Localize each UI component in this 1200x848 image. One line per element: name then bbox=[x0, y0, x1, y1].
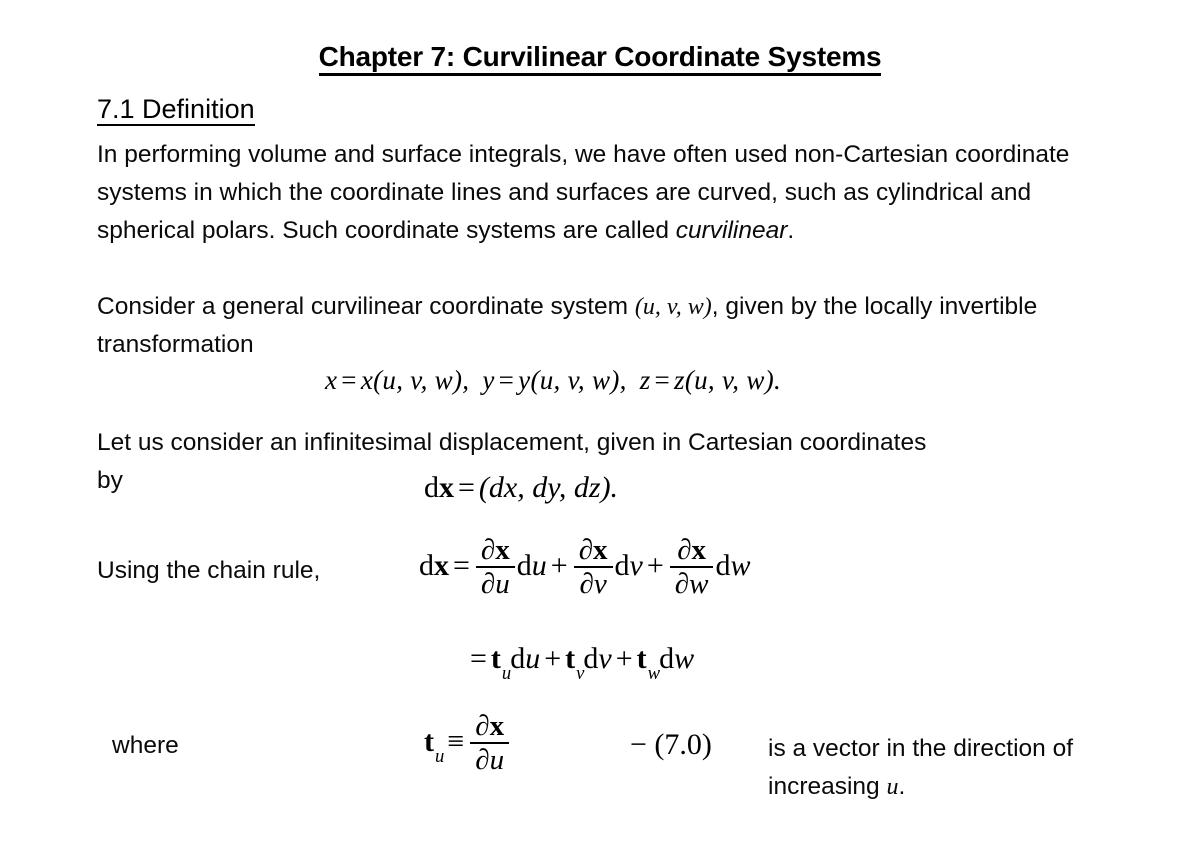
numerator-vector-x-4: x bbox=[489, 710, 505, 742]
numerator-vector-x-2: x bbox=[593, 534, 608, 566]
chain-d: d bbox=[419, 549, 434, 583]
transformation-equals-3: = bbox=[654, 365, 671, 395]
fraction-numerator: ∂x bbox=[476, 535, 515, 566]
paragraph-1-text: In performing volume and surface integra… bbox=[97, 141, 1070, 244]
tangent-vector-t-w: t bbox=[636, 642, 647, 675]
page-title: Chapter 7: Curvilinear Coordinate System… bbox=[0, 40, 1200, 76]
chain-equals: = bbox=[453, 549, 470, 583]
tangent-sum-d-1: d bbox=[510, 642, 526, 675]
transformation-x-lhs: x bbox=[325, 365, 338, 395]
chain-plus-1: + bbox=[550, 549, 568, 583]
fraction-partial-x-over-v: ∂x ∂v bbox=[573, 535, 613, 600]
fraction-denominator: ∂v bbox=[573, 565, 613, 600]
denominator-var-w: w bbox=[689, 567, 709, 600]
displacement-equals: = bbox=[458, 471, 475, 504]
chain-term1-var: u bbox=[531, 549, 547, 583]
fraction-numerator: ∂x bbox=[470, 711, 509, 742]
tangent-subscript-w: w bbox=[647, 663, 661, 684]
tangent-sum-plus-1: + bbox=[544, 642, 562, 675]
identical-to-symbol: ≡ bbox=[447, 725, 465, 759]
paragraph-1-emphasis: curvilinear bbox=[675, 217, 788, 244]
equation-tangent-definition: tu ≡ ∂x ∂u bbox=[424, 711, 511, 776]
side-note-line-1: is a vector in the direction bbox=[768, 735, 1046, 762]
paragraph-general-system: Consider a general curvilinear coordinat… bbox=[97, 288, 1107, 364]
equation-tangent-sum: = tudu + tvdv + twdw bbox=[466, 642, 695, 683]
tangent-sum-plus-2: + bbox=[615, 642, 633, 675]
fraction-tangent-definition: ∂x ∂u bbox=[470, 711, 510, 776]
partial-symbol-5: ∂ bbox=[677, 534, 692, 566]
tangent-subscript-v: v bbox=[576, 663, 585, 684]
partial-symbol-3: ∂ bbox=[578, 534, 594, 566]
displacement-components: (dx, dy, dz). bbox=[478, 471, 619, 504]
chain-term3-var: w bbox=[730, 549, 751, 583]
tangent-sum-equals: = bbox=[470, 642, 487, 675]
tangent-sum-d-2: d bbox=[583, 642, 599, 675]
label-by: by bbox=[97, 467, 123, 494]
fraction-partial-x-over-u: ∂x ∂u bbox=[475, 535, 515, 600]
tangent-vector-t-u: t bbox=[490, 642, 501, 675]
transformation-equals-1: = bbox=[341, 365, 357, 395]
chain-vector-x: x bbox=[434, 549, 449, 583]
tangent-sum-d-3: d bbox=[659, 642, 675, 675]
chain-plus-2: + bbox=[646, 549, 664, 583]
paragraph-definition: In performing volume and surface integra… bbox=[97, 136, 1117, 250]
tangent-subscript-u: u bbox=[501, 663, 512, 684]
partial-symbol-1: ∂ bbox=[480, 534, 496, 566]
section-heading: 7.1 Definition bbox=[97, 93, 255, 127]
tangent-sum-var-u: u bbox=[525, 642, 541, 675]
partial-symbol-4: ∂ bbox=[579, 567, 594, 600]
partial-symbol-7: ∂ bbox=[475, 710, 490, 742]
side-note: is a vector in the direction of increasi… bbox=[768, 730, 1114, 806]
transformation-y-lhs: y bbox=[482, 365, 495, 395]
tangent-definition-t: t bbox=[424, 725, 434, 759]
tangent-vector-t-v: t bbox=[565, 642, 576, 675]
transformation-equals-2: = bbox=[498, 365, 515, 395]
partial-symbol-6: ∂ bbox=[674, 567, 690, 600]
equation-chain-rule: dx = ∂x ∂u du + ∂x ∂v dv + ∂x ∂w dw bbox=[419, 535, 751, 600]
section-heading-text: 7.1 Definition bbox=[97, 94, 255, 126]
label-where: where bbox=[112, 732, 179, 759]
partial-symbol-2: ∂ bbox=[480, 567, 496, 600]
fraction-numerator: ∂x bbox=[670, 535, 714, 566]
denominator-var-u-2: u bbox=[489, 743, 505, 776]
chain-term2-var: v bbox=[629, 549, 643, 583]
paragraph-infinitesimal-displacement: Let us consider an infinitesimal displac… bbox=[97, 429, 927, 456]
numerator-vector-x-1: x bbox=[495, 534, 510, 566]
fraction-denominator: ∂u bbox=[470, 741, 510, 776]
coordinate-tuple: (u, v, w) bbox=[634, 294, 712, 320]
chain-term2-d: d bbox=[614, 549, 630, 583]
side-note-variable: u bbox=[886, 774, 899, 800]
fraction-numerator: ∂x bbox=[574, 535, 613, 566]
transformation-z-lhs: z bbox=[639, 365, 651, 395]
denominator-var-u: u bbox=[495, 567, 510, 600]
tangent-sum-var-v: v bbox=[598, 642, 612, 675]
chain-term3-d: d bbox=[715, 549, 731, 583]
displacement-d: d bbox=[424, 471, 439, 504]
transformation-z-rhs: z(u, v, w). bbox=[674, 365, 782, 395]
equation-number: − (7.0) bbox=[630, 728, 712, 761]
tangent-sum-var-w: w bbox=[674, 642, 695, 675]
equation-transformation: x = x(u, v, w), y = y(u, v, w), z = z(u, v, w). bbox=[325, 367, 781, 394]
partial-symbol-8: ∂ bbox=[475, 743, 490, 776]
fraction-partial-x-over-w: ∂x ∂w bbox=[669, 535, 714, 600]
page-title-text: Chapter 7: Curvilinear Coordinate System… bbox=[318, 41, 882, 76]
side-note-period: . bbox=[898, 773, 906, 800]
transformation-y-rhs: y(u, v, w), bbox=[518, 365, 627, 395]
chain-term1-d: d bbox=[516, 549, 532, 583]
tangent-definition-subscript: u bbox=[435, 746, 445, 768]
displacement-vector-x: x bbox=[439, 471, 454, 504]
fraction-denominator: ∂w bbox=[669, 565, 714, 600]
equation-displacement: dx = (dx, dy, dz). bbox=[424, 473, 618, 503]
label-chain-rule: Using the chain rule, bbox=[97, 557, 321, 584]
paragraph-1-period: . bbox=[787, 217, 795, 244]
denominator-var-v: v bbox=[593, 567, 607, 600]
numerator-vector-x-3: x bbox=[691, 534, 707, 566]
paragraph-2-text-lead: Consider a general curvilinear coordinat… bbox=[97, 293, 635, 320]
slide-page: Chapter 7: Curvilinear Coordinate System… bbox=[0, 0, 1200, 848]
transformation-x-rhs: x(u, v, w), bbox=[360, 365, 470, 395]
fraction-denominator: ∂u bbox=[475, 565, 515, 600]
